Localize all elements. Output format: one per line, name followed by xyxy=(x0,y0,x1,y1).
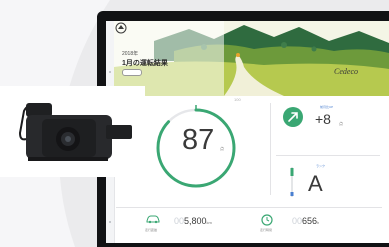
rank-scale xyxy=(290,167,294,197)
side-rail-dot[interactable] xyxy=(109,71,111,73)
divider xyxy=(276,155,380,156)
score-change-unit: 点 xyxy=(339,121,343,126)
car-icon xyxy=(146,215,160,224)
rank-value: A xyxy=(308,171,323,196)
arrow-up-right-icon xyxy=(283,107,303,127)
score-change-caption: 前月比UP xyxy=(320,105,334,109)
banner-year: 2018年 xyxy=(122,51,139,57)
time-value: 00656h xyxy=(292,216,320,226)
clock-icon xyxy=(261,214,273,226)
rank-caption: ランク xyxy=(316,164,326,168)
period-chip[interactable] xyxy=(122,69,142,76)
time-label: 走行時間 xyxy=(260,228,273,232)
score-change-value: +8 xyxy=(315,111,331,127)
score-value: 87 xyxy=(182,124,215,156)
result-banner: 2018年 1月の運転結果 Cedeco xyxy=(114,21,389,96)
banner-title: 1月の運転結果 xyxy=(122,60,168,67)
gauge-max-label: 100 xyxy=(234,97,241,102)
brand-logo: Cedeco xyxy=(334,67,358,76)
score-unit: 点 xyxy=(220,146,224,151)
distance-value: 005,800km xyxy=(174,216,212,226)
divider xyxy=(116,207,382,208)
brand-emblem-icon xyxy=(115,22,127,34)
dashcam-icon xyxy=(18,103,132,161)
tablet-screen: 2018年 1月の運転結果 Cedeco 100 87 点 前月比UP +8 点… xyxy=(106,21,389,243)
divider xyxy=(270,103,271,195)
side-rail-dot[interactable] xyxy=(109,221,111,223)
distance-label: 走行距離 xyxy=(145,228,158,232)
